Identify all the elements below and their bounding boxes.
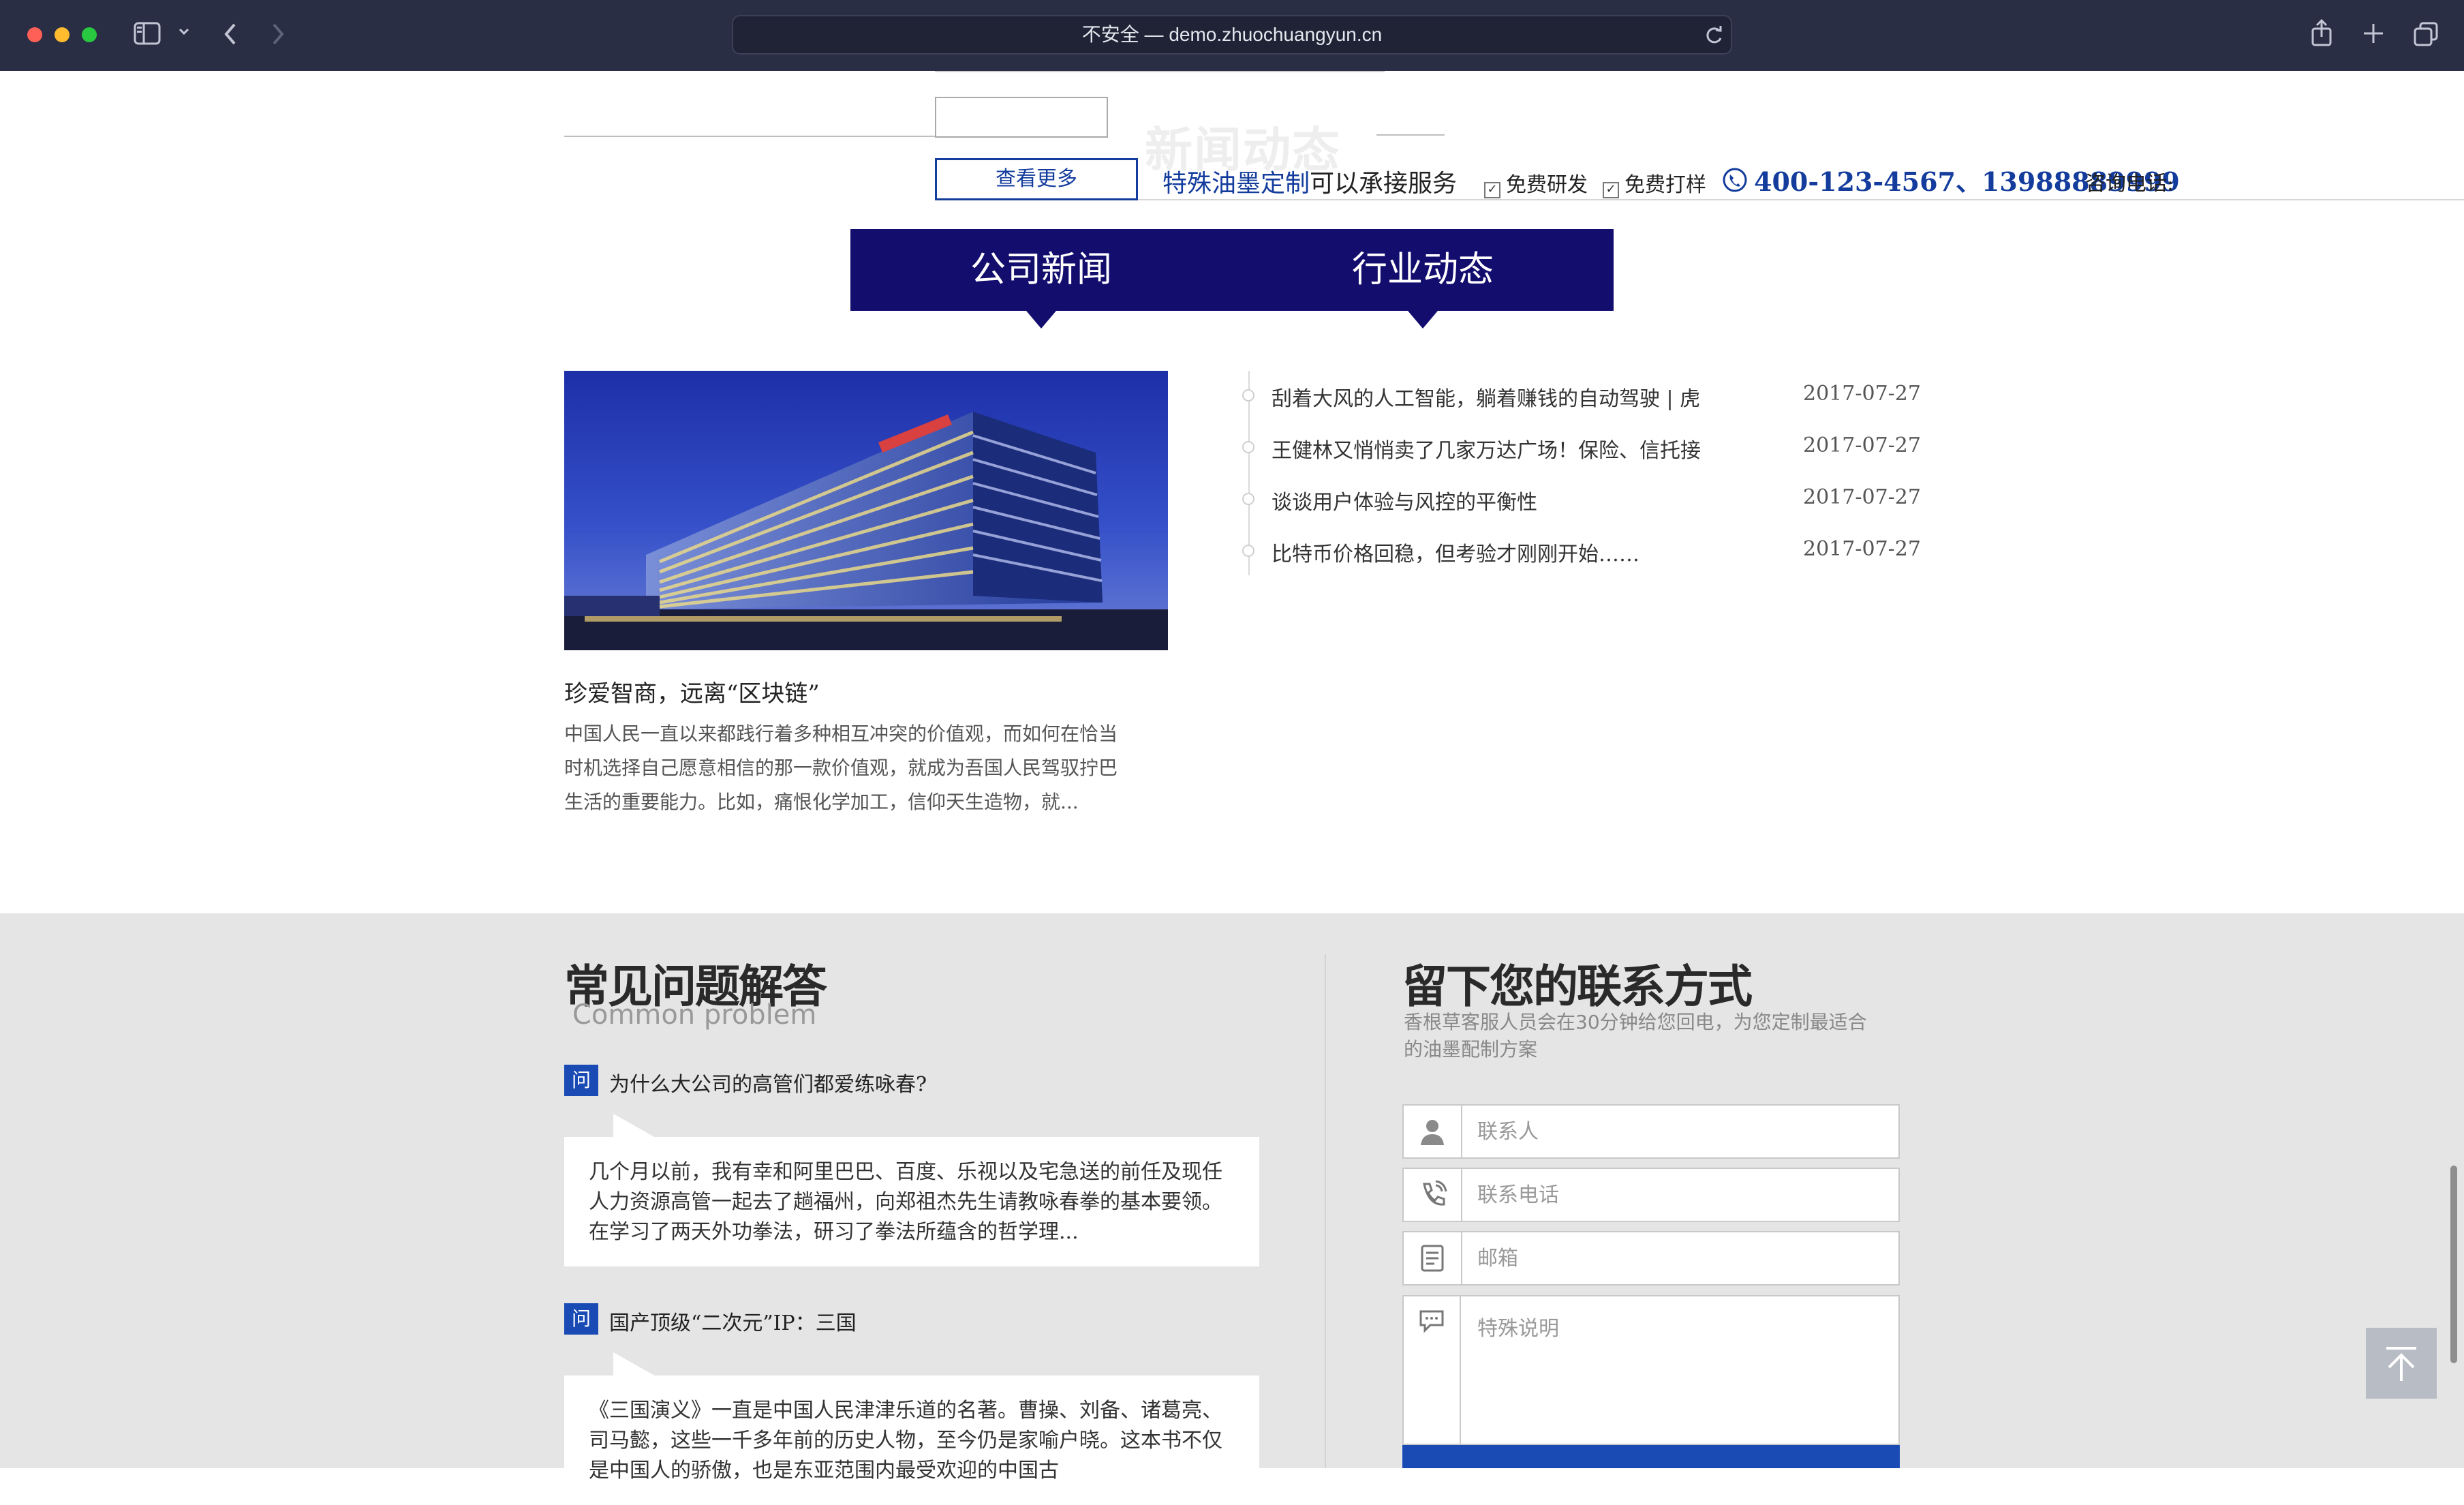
hotline-label: 咨询电话:: [2085, 172, 2174, 196]
timeline-dot: [1242, 493, 1254, 505]
timeline-dot: [1242, 441, 1254, 453]
tab-overview-icon[interactable]: [2412, 20, 2439, 50]
phone-call-icon: [1723, 168, 1747, 195]
chat-icon: [1404, 1296, 1461, 1444]
phone-icon: [1404, 1169, 1462, 1221]
timeline-dot: [1242, 545, 1254, 557]
news-item-date: 2017-07-27: [1803, 537, 1921, 561]
contact-title: 留下您的联系方式: [1402, 960, 1753, 1013]
contact-email-input[interactable]: [1462, 1232, 1898, 1284]
faq-answer: 《三国演义》一直是中国人民津津乐道的名著。曹操、刘备、诸葛亮、 司马懿，这些一千…: [564, 1375, 1259, 1505]
featured-news-summary: 中国人民一直以来都践行着多种相互冲突的价值观，而如何在恰当 时机选择自己愿意相信…: [564, 723, 1118, 813]
contact-notes-input[interactable]: [1462, 1296, 1898, 1433]
speech-tail: [613, 1114, 657, 1138]
news-tabs: 公司新闻 行业动态: [850, 229, 1614, 329]
contact-email-field: [1402, 1231, 1900, 1286]
new-tab-icon[interactable]: [2362, 22, 2385, 48]
address-bar[interactable]: 不安全 — demo.zhuochuangyun.cn: [732, 15, 1732, 55]
top-divider: [935, 71, 1385, 72]
speech-tail: [613, 1352, 657, 1377]
contact-name-field: [1402, 1104, 1900, 1159]
tab-industry-news[interactable]: 行业动态: [1232, 229, 1614, 311]
view-more-button[interactable]: 查看更多: [935, 158, 1138, 200]
checkbox-icon: ✓: [1484, 182, 1500, 198]
tab-pointer: [1408, 311, 1438, 329]
contact-phone-field: [1402, 1168, 1900, 1222]
tab-company-news[interactable]: 公司新闻: [850, 229, 1232, 311]
forward-arrow-icon[interactable]: [270, 20, 286, 50]
news-item-title[interactable]: 刮着大风的人工智能，躺着赚钱的自动驾驶 | 虎: [1272, 382, 1700, 412]
service-tagline: 特殊油墨定制可以承接服务: [1162, 164, 1457, 199]
chevron-down-icon[interactable]: [177, 25, 191, 41]
faq-subtitle: Common problem: [572, 999, 817, 1031]
feature-check-sample: ✓ 免费打样: [1603, 168, 1706, 198]
share-icon[interactable]: [2310, 18, 2333, 50]
arrow-up-icon: [2386, 1347, 2416, 1381]
faq-question[interactable]: 国产顶级“二次元”IP：三国: [609, 1306, 857, 1336]
contact-name-input[interactable]: [1462, 1106, 1898, 1157]
news-item-title[interactable]: 谈谈用户体验与风控的平衡性: [1272, 485, 1537, 515]
question-badge: 问: [564, 1065, 598, 1096]
reload-icon[interactable]: [1704, 23, 1724, 49]
news-item-date: 2017-07-27: [1803, 382, 1921, 406]
tagline-rest: 可以承接服务: [1310, 170, 1458, 198]
tagline-highlight: 特殊油墨定制: [1162, 170, 1310, 198]
contact-phone-input[interactable]: [1462, 1169, 1898, 1221]
faq-answer: 几个月以前，我有幸和阿里巴巴、百度、乐视以及宅急送的前任及现任 人力资源高管一起…: [564, 1137, 1259, 1266]
news-item-title[interactable]: 比特币价格回稳，但考验才刚刚开始……: [1272, 537, 1639, 567]
back-to-top-button[interactable]: [2366, 1328, 2437, 1399]
person-icon: [1404, 1106, 1462, 1157]
featured-news-title[interactable]: 珍爱智商，远离“区块链”: [564, 675, 820, 708]
right-divider-line: [1376, 134, 1445, 136]
sidebar-toggle-icon[interactable]: [134, 22, 161, 48]
feature-check-research: ✓ 免费研发: [1484, 168, 1588, 198]
news-item-date: 2017-07-27: [1803, 434, 1921, 457]
document-icon: [1404, 1232, 1462, 1284]
empty-input-box[interactable]: [935, 97, 1108, 138]
page-scrollbar-thumb[interactable]: [2450, 1166, 2457, 1363]
faq-question[interactable]: 为什么大公司的高管们都爱练咏春?: [609, 1067, 927, 1097]
back-arrow-icon[interactable]: [222, 20, 238, 50]
news-item-title[interactable]: 王健林又悄悄卖了几家万达广场！保险、信托接: [1272, 434, 1701, 463]
question-badge: 问: [564, 1303, 598, 1335]
featured-news-image[interactable]: [564, 371, 1168, 650]
section-divider: [1325, 954, 1326, 1468]
tab-pointer: [1026, 311, 1056, 329]
header-bottom-line: [935, 199, 2464, 200]
news-item-date: 2017-07-27: [1803, 485, 1921, 509]
minimize-window-button[interactable]: [55, 27, 70, 42]
left-divider-line: [564, 136, 939, 137]
browser-toolbar: 不安全 — demo.zhuochuangyun.cn: [0, 0, 2464, 71]
submit-button[interactable]: [1402, 1445, 1900, 1468]
timeline-dot: [1242, 389, 1254, 401]
checkbox-icon: ✓: [1603, 182, 1619, 198]
close-window-button[interactable]: [27, 27, 42, 42]
contact-notes-field: [1402, 1295, 1900, 1445]
contact-description: 香根草客服人员会在30分钟给您回电，为您定制最适合 的油墨配制方案: [1404, 1011, 1867, 1061]
address-text: 不安全 — demo.zhuochuangyun.cn: [1081, 24, 1383, 45]
maximize-window-button[interactable]: [82, 27, 97, 42]
